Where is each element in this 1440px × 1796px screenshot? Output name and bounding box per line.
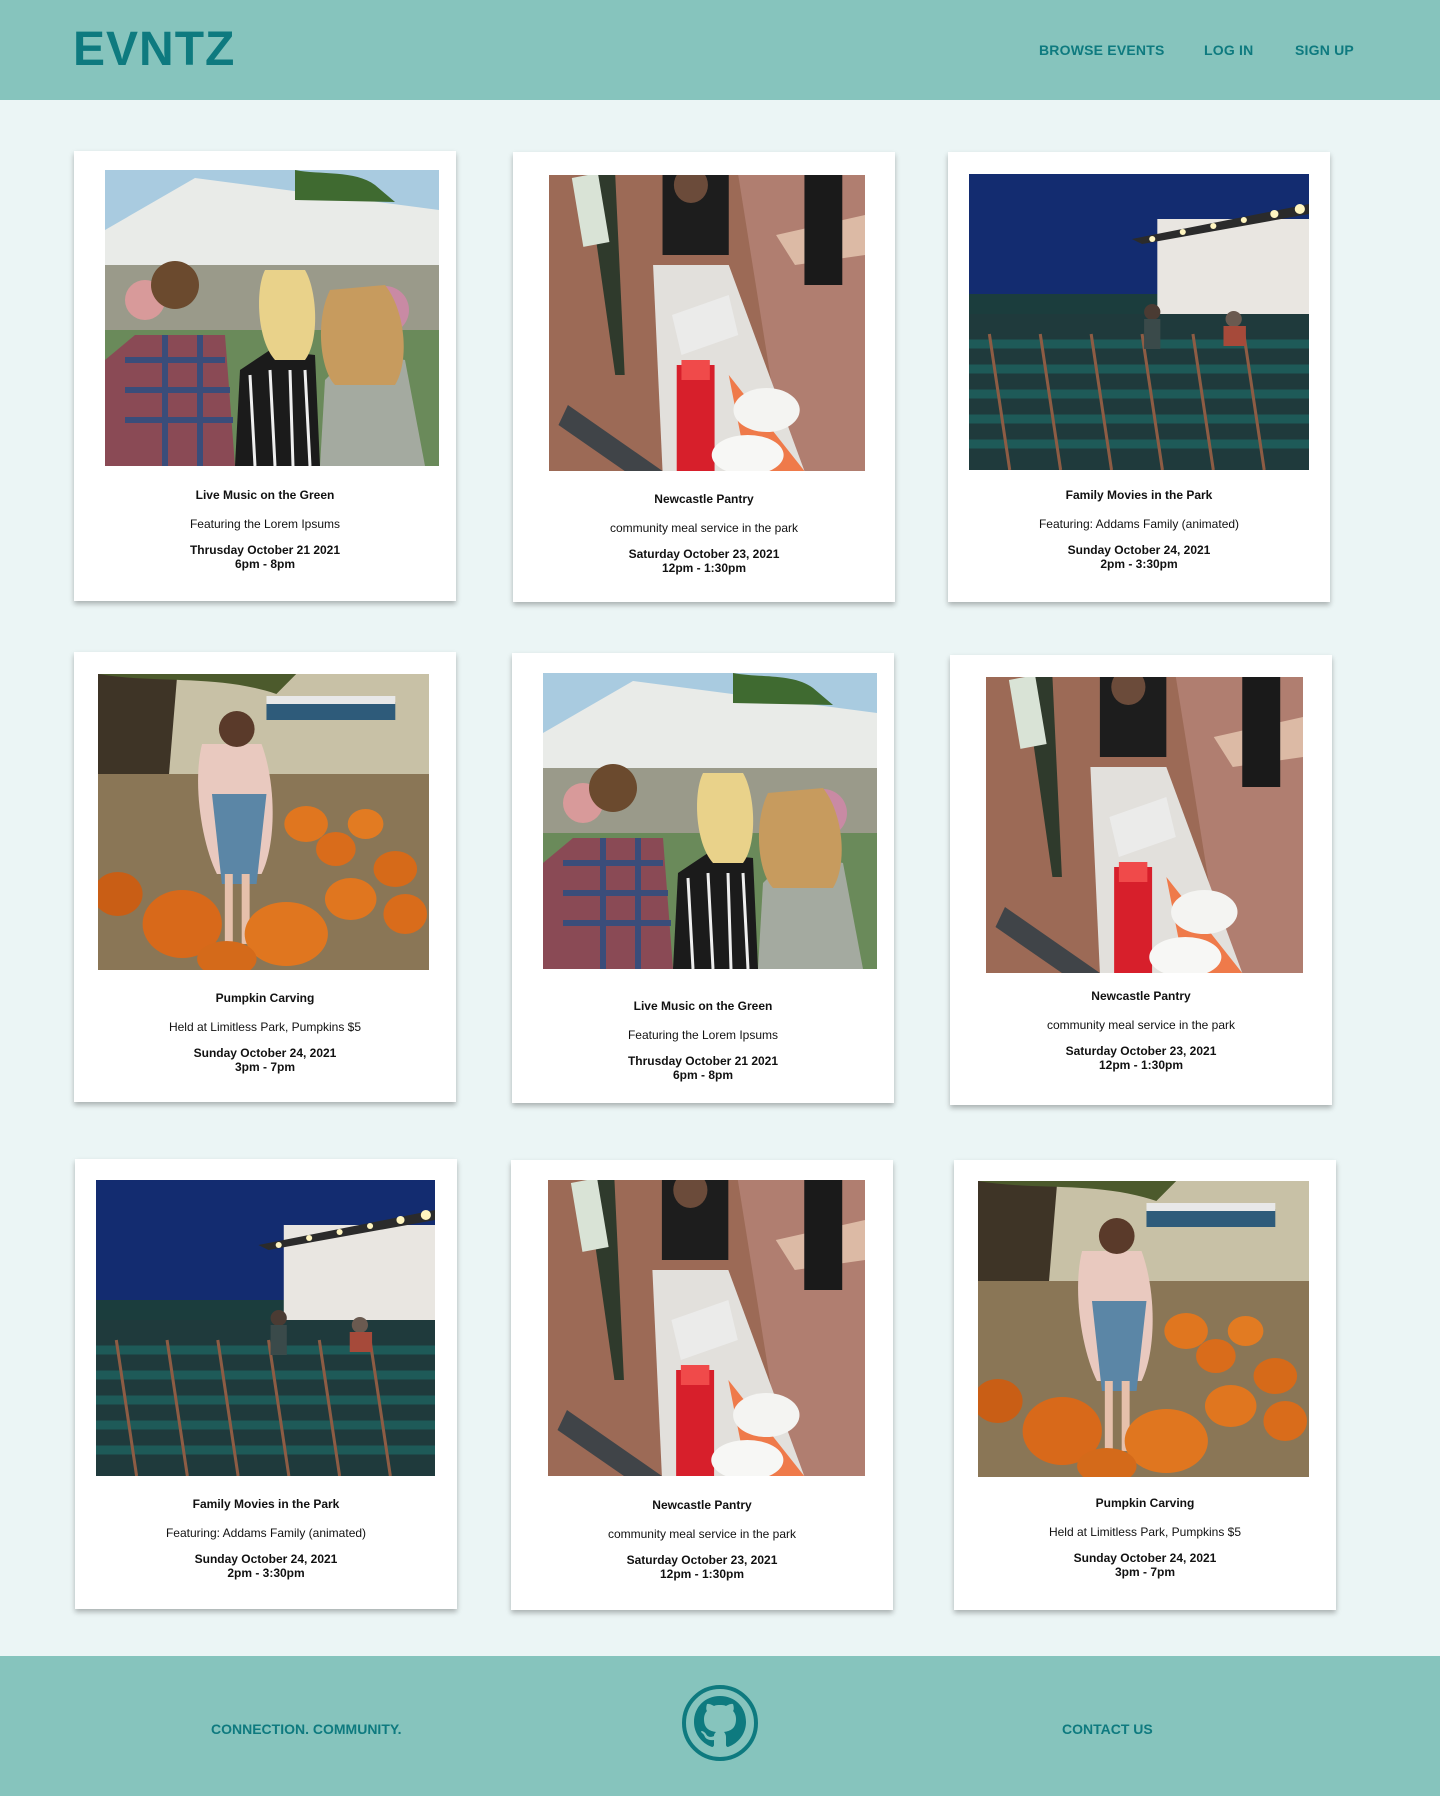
- event-info: Newcastle Pantry community meal service …: [950, 989, 1332, 1072]
- brand-logo[interactable]: EVNTZ: [73, 22, 235, 78]
- food-table-photo: [548, 1180, 865, 1476]
- event-photo: [96, 1180, 435, 1476]
- event-title: Newcastle Pantry: [1091, 989, 1191, 1003]
- event-description: Featuring: Addams Family (animated): [165, 1526, 367, 1540]
- event-card[interactable]: Pumpkin Carving Held at Limitless Park, …: [74, 652, 456, 1102]
- event-card[interactable]: Newcastle Pantry community meal service …: [513, 152, 895, 602]
- event-card[interactable]: Family Movies in the Park Featuring: Add…: [948, 152, 1330, 602]
- event-info: Newcastle Pantry community meal service …: [511, 1498, 893, 1581]
- event-photo: [978, 1181, 1309, 1477]
- event-time: 2pm - 3:30pm: [1100, 557, 1178, 571]
- event-date: Saturday October 23, 2021: [626, 1553, 778, 1567]
- event-info: Family Movies in the Park Featuring: Add…: [75, 1497, 457, 1580]
- event-photo: [549, 175, 865, 471]
- event-card[interactable]: Live Music on the Green Featuring the Lo…: [512, 653, 894, 1103]
- event-description: Held at Limitless Park, Pumpkins $5: [168, 1020, 362, 1034]
- event-date: Sunday October 24, 2021: [1073, 1551, 1217, 1565]
- site-footer: CONNECTION. COMMUNITY. CONTACT US: [0, 1656, 1440, 1796]
- event-date: Thrusday October 21 2021: [627, 1054, 779, 1068]
- event-description: community meal service in the park: [607, 1527, 797, 1541]
- event-photo: [986, 677, 1303, 973]
- github-icon[interactable]: [681, 1684, 759, 1762]
- event-description: Featuring: Addams Family (animated): [1038, 517, 1240, 531]
- event-info: Live Music on the Green Featuring the Lo…: [74, 488, 456, 571]
- event-time: 12pm - 1:30pm: [1098, 1058, 1184, 1072]
- event-title: Pumpkin Carving: [1095, 1496, 1195, 1510]
- event-photo: [105, 170, 439, 466]
- event-title: Live Music on the Green: [633, 999, 773, 1013]
- food-table-photo: [986, 677, 1303, 973]
- outdoor-movie-photo: [96, 1180, 435, 1476]
- event-date: Thrusday October 21 2021: [189, 543, 341, 557]
- event-date: Saturday October 23, 2021: [1065, 1044, 1217, 1058]
- event-info: Pumpkin Carving Held at Limitless Park, …: [954, 1496, 1336, 1579]
- event-time: 6pm - 8pm: [672, 1068, 733, 1082]
- event-info: Pumpkin Carving Held at Limitless Park, …: [74, 991, 456, 1074]
- nav-browse-events-link[interactable]: BROWSE EVENTS: [1039, 42, 1165, 58]
- event-title: Newcastle Pantry: [654, 492, 754, 506]
- music-crowd-photo: [543, 673, 877, 969]
- event-time: 12pm - 1:30pm: [661, 561, 747, 575]
- event-info: Family Movies in the Park Featuring: Add…: [948, 488, 1330, 571]
- event-time: 3pm - 7pm: [1114, 1565, 1175, 1579]
- event-time: 6pm - 8pm: [234, 557, 295, 571]
- event-date: Saturday October 23, 2021: [628, 547, 780, 561]
- footer-tagline: CONNECTION. COMMUNITY.: [211, 1721, 402, 1737]
- event-title: Newcastle Pantry: [652, 1498, 752, 1512]
- event-time: 12pm - 1:30pm: [659, 1567, 745, 1581]
- food-table-photo: [549, 175, 865, 471]
- event-date: Sunday October 24, 2021: [194, 1552, 338, 1566]
- event-photo: [98, 674, 429, 970]
- event-info: Newcastle Pantry community meal service …: [513, 492, 895, 575]
- event-time: 3pm - 7pm: [234, 1060, 295, 1074]
- event-date: Sunday October 24, 2021: [193, 1046, 337, 1060]
- music-crowd-photo: [105, 170, 439, 466]
- event-description: community meal service in the park: [1046, 1018, 1236, 1032]
- event-title: Live Music on the Green: [195, 488, 335, 502]
- nav-signup-link[interactable]: SIGN UP: [1295, 42, 1354, 58]
- event-photo: [548, 1180, 865, 1476]
- event-title: Family Movies in the Park: [1065, 488, 1213, 502]
- event-description: Featuring the Lorem Ipsums: [627, 1028, 779, 1042]
- pumpkin-patch-photo: [978, 1181, 1309, 1477]
- event-card[interactable]: Newcastle Pantry community meal service …: [511, 1160, 893, 1610]
- nav-login-link[interactable]: LOG IN: [1204, 42, 1253, 58]
- event-title: Family Movies in the Park: [192, 1497, 340, 1511]
- event-description: Held at Limitless Park, Pumpkins $5: [1048, 1525, 1242, 1539]
- event-title: Pumpkin Carving: [215, 991, 315, 1005]
- event-card[interactable]: Newcastle Pantry community meal service …: [950, 655, 1332, 1105]
- event-date: Sunday October 24, 2021: [1067, 543, 1211, 557]
- event-time: 2pm - 3:30pm: [227, 1566, 305, 1580]
- event-photo: [543, 673, 877, 969]
- event-card[interactable]: Live Music on the Green Featuring the Lo…: [74, 151, 456, 601]
- event-description: community meal service in the park: [609, 521, 799, 535]
- pumpkin-patch-photo: [98, 674, 429, 970]
- event-description: Featuring the Lorem Ipsums: [189, 517, 341, 531]
- contact-us-link[interactable]: CONTACT US: [1062, 1721, 1153, 1737]
- event-photo: [969, 174, 1309, 470]
- event-card[interactable]: Family Movies in the Park Featuring: Add…: [75, 1159, 457, 1609]
- event-card[interactable]: Pumpkin Carving Held at Limitless Park, …: [954, 1160, 1336, 1610]
- event-info: Live Music on the Green Featuring the Lo…: [512, 999, 894, 1082]
- outdoor-movie-photo: [969, 174, 1309, 470]
- site-header: EVNTZ BROWSE EVENTS LOG IN SIGN UP: [0, 0, 1440, 100]
